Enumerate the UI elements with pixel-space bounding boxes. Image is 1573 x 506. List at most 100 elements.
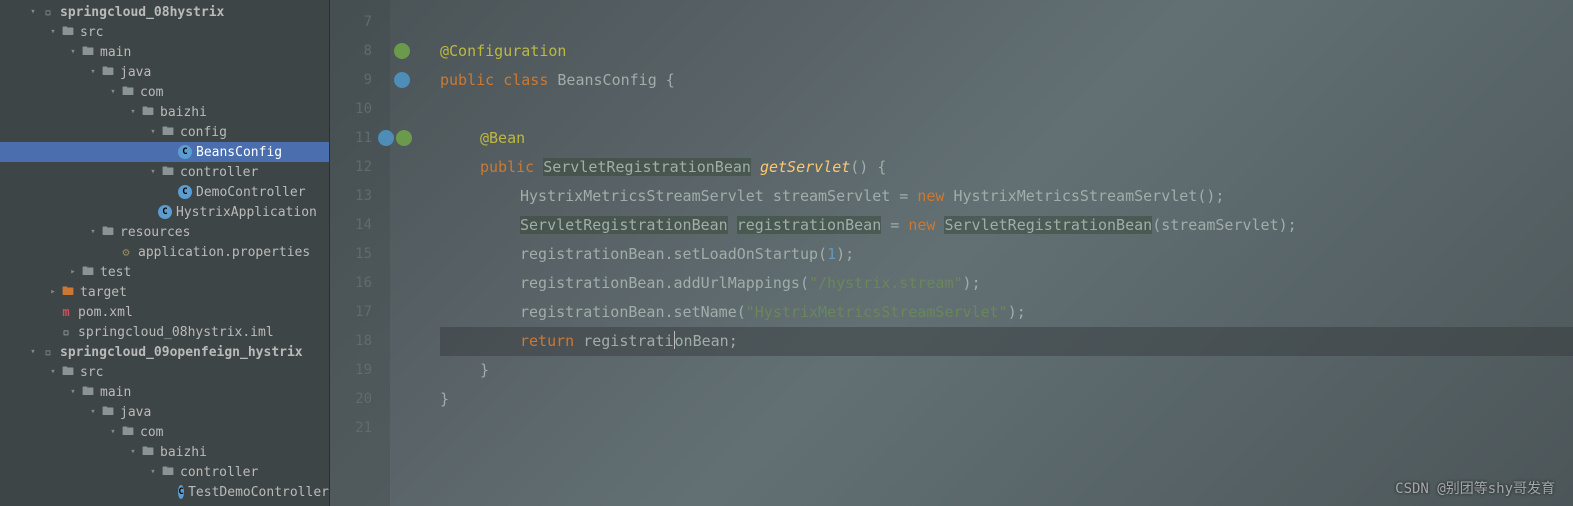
code-line (440, 8, 1573, 37)
module-icon: ▫ (40, 344, 56, 360)
tree-node-folder[interactable]: 🖿resources (0, 222, 329, 242)
class-icon: C (178, 185, 192, 199)
tree-node-package[interactable]: 🖿com (0, 422, 329, 442)
line-number: 10 (330, 95, 390, 124)
code-line: registrationBean.setLoadOnStartup(1); (440, 240, 1573, 269)
tree-node-package[interactable]: 🖿com (0, 82, 329, 102)
class-icon: C (158, 205, 172, 219)
code-line (440, 414, 1573, 443)
line-number: 20 (330, 385, 390, 414)
line-number: 16 (330, 269, 390, 298)
line-number: 15 (330, 240, 390, 269)
tree-node-module[interactable]: ▫springcloud_08hystrix (0, 2, 329, 22)
caret-icon (674, 331, 675, 349)
chevron-down-icon (148, 167, 158, 177)
code-line: registrationBean.addUrlMappings("/hystri… (440, 269, 1573, 298)
package-icon: 🖿 (160, 464, 176, 480)
package-icon: 🖿 (140, 104, 156, 120)
chevron-down-icon (128, 107, 138, 117)
tree-node-folder[interactable]: 🖿main (0, 42, 329, 62)
tree-node-folder[interactable]: 🖿src (0, 362, 329, 382)
folder-icon: 🖿 (80, 384, 96, 400)
tree-node-file[interactable]: ⚙application.properties (0, 242, 329, 262)
folder-icon: 🖿 (100, 64, 116, 80)
code-line: public class BeansConfig { (440, 66, 1573, 95)
line-number: 9 (330, 66, 390, 95)
tree-node-file[interactable]: CDemoController (0, 182, 329, 202)
properties-icon: ⚙ (118, 244, 134, 260)
folder-icon: 🖿 (60, 284, 76, 300)
code-line (440, 95, 1573, 124)
tree-node-package[interactable]: 🖿controller (0, 462, 329, 482)
line-number: 18 (330, 327, 390, 356)
line-number: 17 (330, 298, 390, 327)
tree-node-file-selected[interactable]: CBeansConfig (0, 142, 329, 162)
chevron-right-icon (68, 267, 78, 277)
folder-icon: 🖿 (80, 264, 96, 280)
tree-node-package[interactable]: 🖿controller (0, 162, 329, 182)
folder-icon: 🖿 (80, 44, 96, 60)
package-icon: 🖿 (140, 444, 156, 460)
iml-icon: ▫ (58, 324, 74, 340)
chevron-down-icon (88, 227, 98, 237)
chevron-down-icon (108, 427, 118, 437)
code-editor[interactable]: 7 8 9 10 11 12 13 14 15 16 17 18 19 20 2… (330, 0, 1573, 506)
line-gutter: 7 8 9 10 11 12 13 14 15 16 17 18 19 20 2… (330, 0, 390, 506)
module-icon: ▫ (40, 4, 56, 20)
tree-node-module[interactable]: ▫springcloud_09openfeign_hystrix (0, 342, 329, 362)
class-icon: C (178, 485, 184, 499)
chevron-down-icon (88, 67, 98, 77)
line-number: 12 (330, 153, 390, 182)
maven-icon: m (58, 304, 74, 320)
code-area[interactable]: @Configuration public class BeansConfig … (390, 0, 1573, 506)
tree-node-file[interactable]: mpom.xml (0, 302, 329, 322)
package-icon: 🖿 (120, 424, 136, 440)
watermark-text: CSDN @别团等shy哥发育 (1395, 478, 1555, 498)
code-line: } (440, 356, 1573, 385)
chevron-down-icon (68, 47, 78, 57)
line-number: 21 (330, 414, 390, 443)
package-icon: 🖿 (160, 124, 176, 140)
project-tree[interactable]: ▫springcloud_08hystrix 🖿src 🖿main 🖿java … (0, 0, 330, 506)
chevron-down-icon (88, 407, 98, 417)
line-number: 7 (330, 8, 390, 37)
line-number: 14 (330, 211, 390, 240)
tree-node-folder[interactable]: 🖿main (0, 382, 329, 402)
chevron-down-icon (28, 347, 38, 357)
code-line-current: return registrationBean; (440, 327, 1573, 356)
line-number: 13 (330, 182, 390, 211)
code-line: @Bean (440, 124, 1573, 153)
class-icon: C (178, 145, 192, 159)
chevron-right-icon (48, 287, 58, 297)
chevron-down-icon (128, 447, 138, 457)
chevron-down-icon (148, 467, 158, 477)
chevron-down-icon (68, 387, 78, 397)
line-number: 19 (330, 356, 390, 385)
tree-node-package[interactable]: 🖿config (0, 122, 329, 142)
chevron-down-icon (48, 367, 58, 377)
tree-node-folder[interactable]: 🖿java (0, 62, 329, 82)
tree-node-package[interactable]: 🖿baizhi (0, 102, 329, 122)
package-icon: 🖿 (120, 84, 136, 100)
folder-icon: 🖿 (60, 364, 76, 380)
chevron-down-icon (48, 27, 58, 37)
code-line: @Configuration (440, 37, 1573, 66)
tree-node-file[interactable]: CTestDemoController (0, 482, 329, 502)
chevron-down-icon (148, 127, 158, 137)
code-line: HystrixMetricsStreamServlet streamServle… (440, 182, 1573, 211)
code-line: } (440, 385, 1573, 414)
tree-node-file[interactable]: ▫springcloud_08hystrix.iml (0, 322, 329, 342)
folder-icon: 🖿 (100, 404, 116, 420)
resources-icon: 🖿 (100, 224, 116, 240)
tree-node-folder[interactable]: 🖿java (0, 402, 329, 422)
code-line: public ServletRegistrationBean getServle… (440, 153, 1573, 182)
code-line: registrationBean.setName("HystrixMetrics… (440, 298, 1573, 327)
tree-node-file[interactable]: CHystrixApplication (0, 202, 329, 222)
tree-node-folder[interactable]: 🖿target (0, 282, 329, 302)
chevron-down-icon (28, 7, 38, 17)
folder-icon: 🖿 (60, 24, 76, 40)
tree-node-package[interactable]: 🖿baizhi (0, 442, 329, 462)
tree-node-folder[interactable]: 🖿src (0, 22, 329, 42)
tree-node-folder[interactable]: 🖿test (0, 262, 329, 282)
chevron-down-icon (108, 87, 118, 97)
